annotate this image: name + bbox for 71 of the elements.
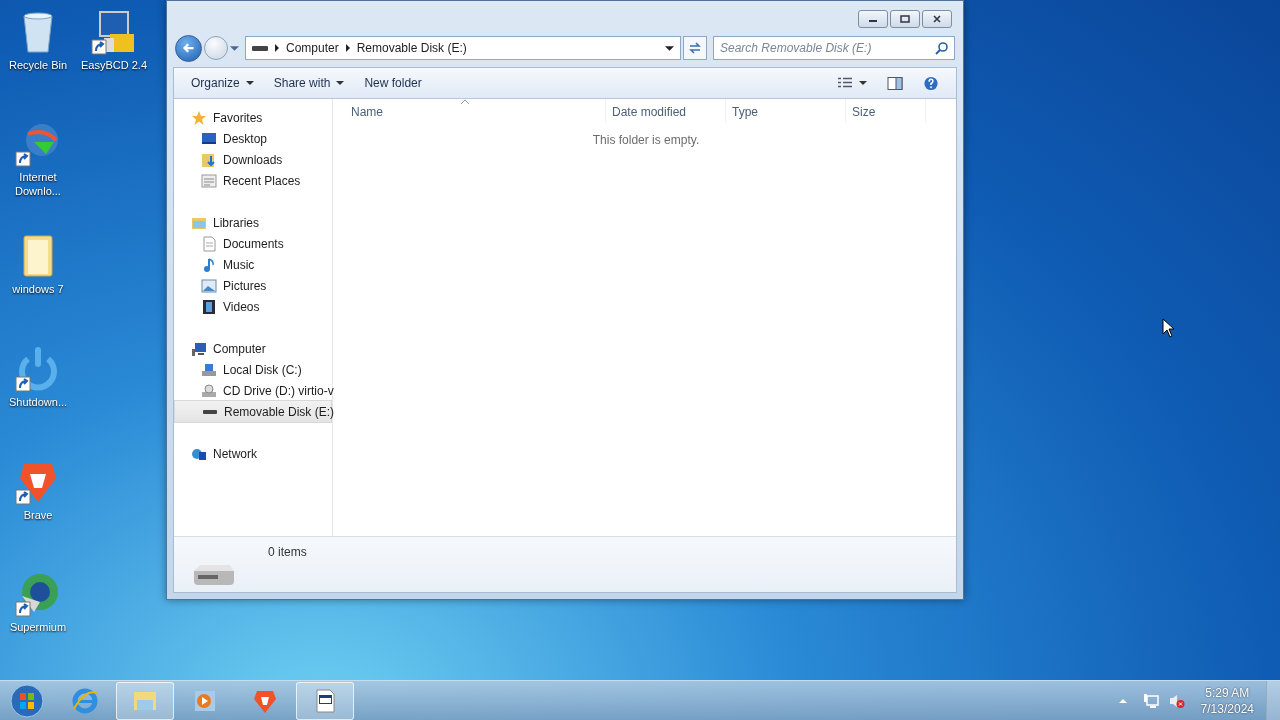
desktop-icon-label[interactable]: EasyBCD 2.4 (77, 58, 151, 72)
ie-icon (71, 686, 99, 715)
close-button[interactable] (922, 10, 952, 28)
column-header[interactable]: Name (333, 99, 606, 123)
chevron-icon[interactable] (274, 44, 280, 52)
taskbar-button[interactable] (296, 681, 354, 720)
item-count: 0 items (268, 545, 307, 559)
navigation-item[interactable]: CD Drive (D:) virtio-v (174, 380, 332, 401)
caret-icon[interactable] (230, 44, 239, 52)
picture-icon (201, 277, 217, 294)
navigation-item[interactable]: Removable Disk (E:) (174, 400, 332, 423)
computer-icon (191, 340, 207, 357)
navigation-item[interactable]: Pictures (174, 275, 332, 296)
refresh-icon (687, 40, 703, 56)
preview-pane-icon (887, 75, 903, 91)
chevron-icon[interactable] (344, 44, 351, 52)
speaker-icon[interactable] (1168, 692, 1185, 709)
navigation-item[interactable]: Computer (174, 338, 332, 359)
clock-date: 7/13/2024 (1200, 700, 1254, 717)
document-icon (201, 235, 217, 252)
desktop-icon-label[interactable]: Shutdown... (1, 395, 75, 409)
desktop-icon (201, 130, 217, 147)
column-header[interactable]: Date modified (606, 99, 726, 123)
navigation-item[interactable]: Downloads (174, 149, 332, 170)
navigation-item[interactable]: Documents (174, 233, 332, 254)
restore-icon (899, 15, 911, 23)
star-icon (191, 109, 207, 126)
navigation-item[interactable]: Recent Places (174, 170, 332, 191)
windows-logo-icon (9, 682, 45, 719)
refresh-button[interactable] (683, 36, 707, 60)
navigation-item[interactable]: Videos (174, 296, 332, 317)
navigation-item[interactable]: Network (174, 443, 332, 464)
clock-time: 5:29 AM (1205, 684, 1250, 701)
drive-icon (252, 44, 268, 52)
back-button[interactable] (175, 34, 202, 62)
search-icon[interactable] (935, 41, 949, 55)
desktop-icon-label[interactable]: Recycle Bin (1, 58, 75, 72)
usb-icon (202, 409, 218, 414)
network-icon[interactable] (1142, 692, 1159, 709)
close-icon (931, 15, 943, 23)
address-bar[interactable]: Computer Removable Disk (E:) (245, 36, 681, 60)
navigation-item[interactable]: Favorites (174, 107, 332, 128)
mouse-pointer-icon (1162, 318, 1174, 338)
disk-icon (201, 361, 217, 378)
video-icon (201, 298, 217, 315)
recent-icon (201, 172, 217, 189)
minimize-button[interactable] (858, 10, 888, 28)
navigation-item[interactable]: Desktop (174, 128, 332, 149)
desktop-icon-label[interactable]: windows 7 (1, 282, 75, 296)
breadcrumb-item[interactable]: Computer (286, 41, 339, 55)
toolbar-button[interactable]: New folder (355, 72, 431, 94)
navigation-item[interactable]: Music (174, 254, 332, 275)
download-icon (201, 151, 217, 168)
cd-icon (201, 382, 217, 399)
column-header[interactable]: Size (846, 99, 926, 123)
toolbar-button[interactable]: Organize (182, 72, 263, 94)
navigation-item[interactable]: Local Disk (C:) (174, 359, 332, 380)
music-icon (201, 256, 217, 273)
desktop-icon-label[interactable]: Internet Downlo... (1, 170, 75, 198)
toolbar-button[interactable]: Share with (264, 72, 354, 94)
restore-button[interactable] (890, 10, 920, 28)
caret-icon (245, 80, 254, 86)
empty-folder-message: This folder is empty. (591, 133, 701, 147)
navigation-item[interactable]: Libraries (174, 212, 332, 233)
caret-icon (859, 80, 867, 86)
caret-icon (336, 80, 345, 86)
help-icon (923, 75, 939, 91)
dropdown-icon[interactable] (665, 44, 674, 52)
search-field[interactable]: Search Removable Disk (E:) (713, 36, 955, 60)
breadcrumb-item[interactable]: Removable Disk (E:) (356, 41, 467, 55)
column-header[interactable]: Type (726, 99, 846, 123)
